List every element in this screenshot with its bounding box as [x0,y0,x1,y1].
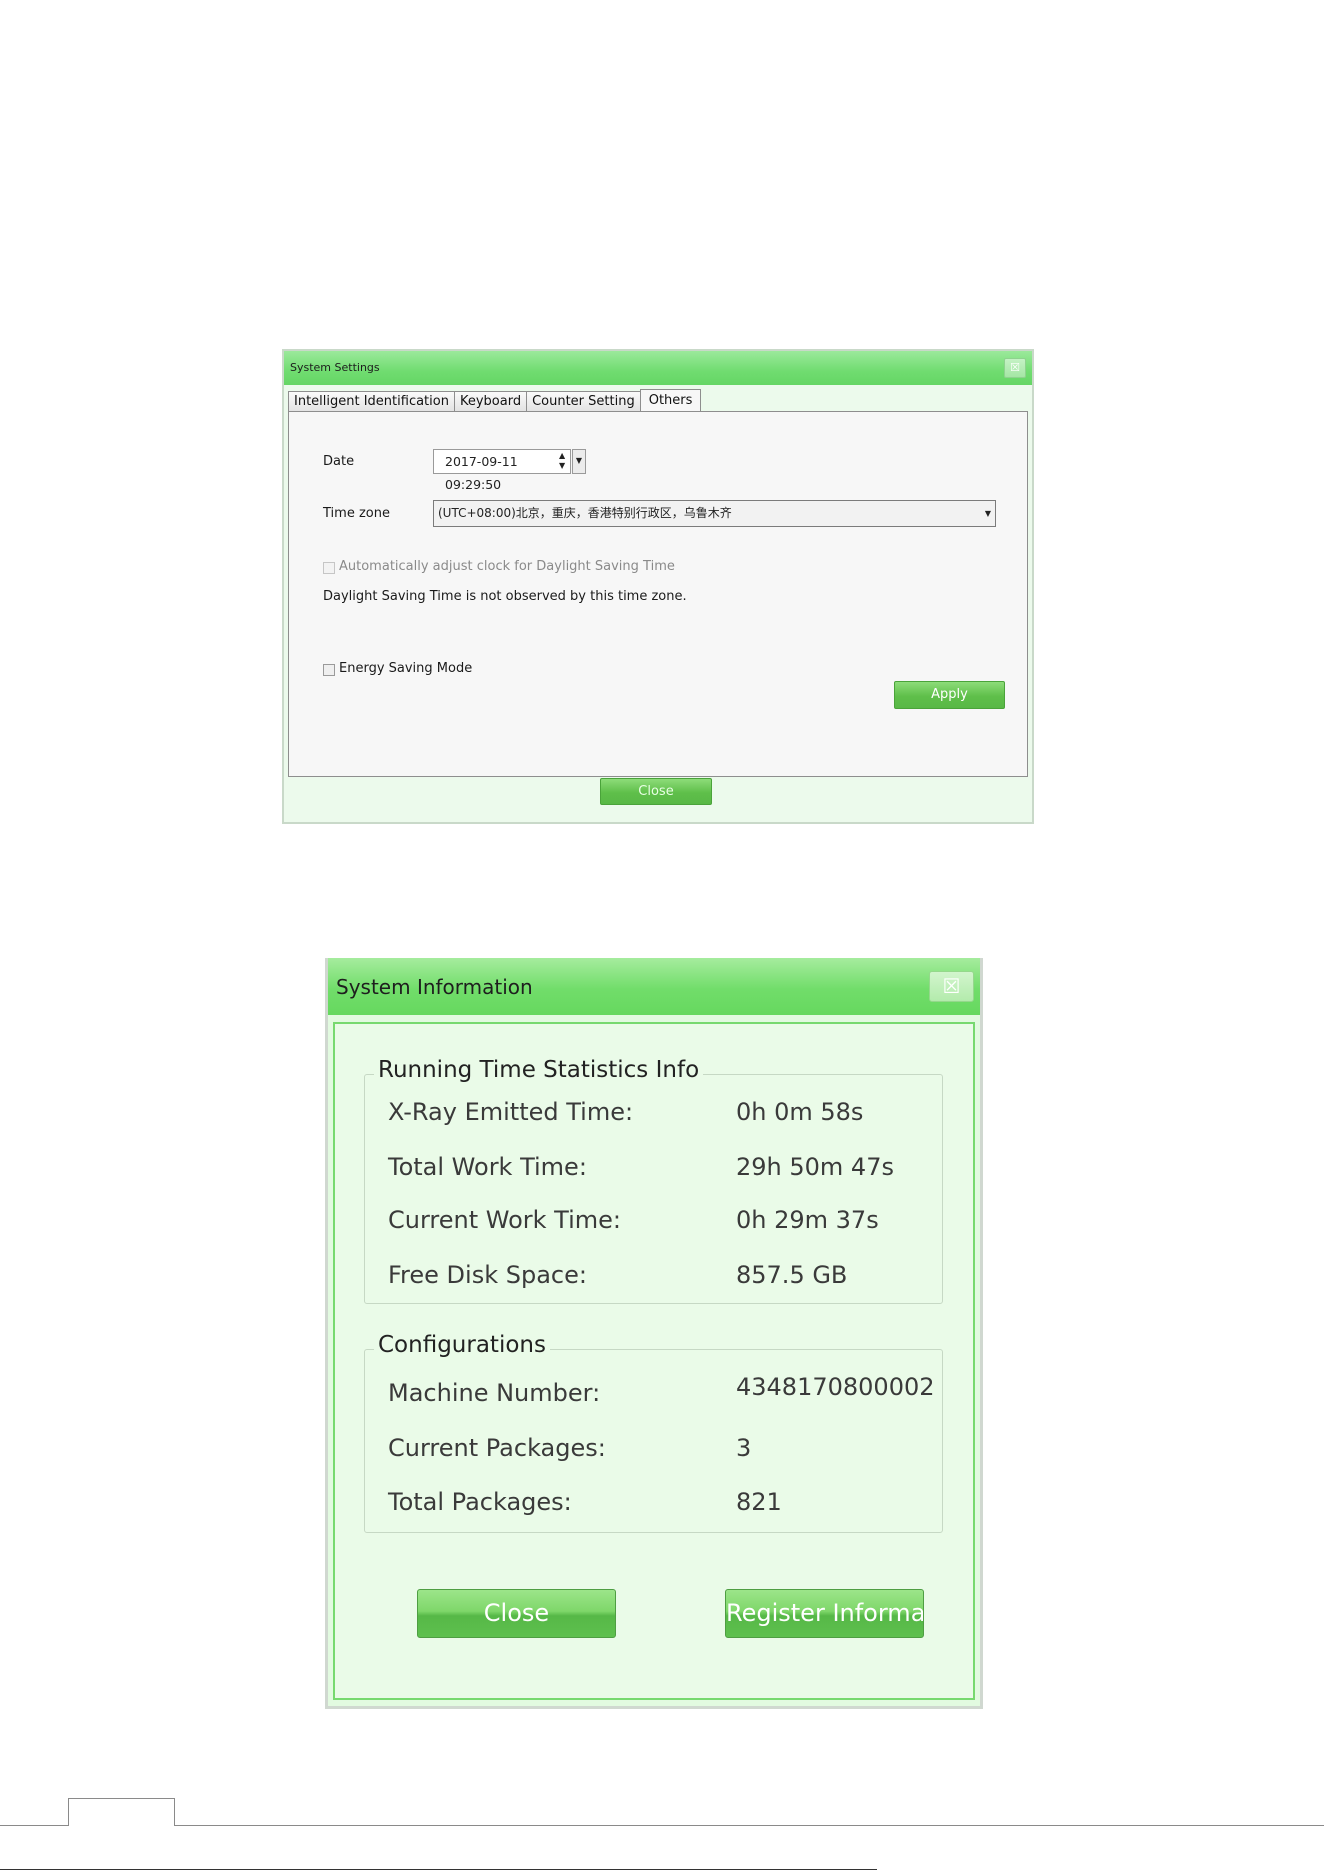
xray-time-label: X-Ray Emitted Time: [388,1098,634,1126]
dst-checkbox[interactable] [323,562,335,574]
machine-number-label: Machine Number: [388,1379,601,1407]
footer-rule [0,1825,1324,1826]
date-label: Date [323,454,355,469]
timezone-select[interactable]: (UTC+08:00)北京，重庆，香港特别行政区，乌鲁木齐 ▼ [433,500,996,527]
current-packages-label: Current Packages: [388,1434,606,1462]
tab-keyboard[interactable]: Keyboard [453,391,527,413]
current-work-time-value: 0h 29m 37s [736,1206,879,1234]
total-packages-label: Total Packages: [388,1488,572,1516]
dst-checkbox-label: Automatically adjust clock for Daylight … [339,559,675,574]
energy-saving-label: Energy Saving Mode [339,661,473,676]
register-information-button[interactable]: Register Informat [725,1589,924,1638]
current-packages-value: 3 [736,1434,752,1462]
apply-button[interactable]: Apply [894,681,1005,709]
xray-time-value: 0h 0m 58s [736,1098,864,1126]
date-dropdown-icon[interactable]: ▼ [572,449,586,474]
total-work-time-value: 29h 50m 47s [736,1153,894,1181]
machine-number-value: 4348170800002 [736,1373,935,1401]
others-panel: Date 2017-09-11 09:29:50 ▲ ▼ ▼ Time zone … [288,411,1028,777]
current-work-time-label: Current Work Time: [388,1206,621,1234]
timezone-label: Time zone [323,506,390,521]
tab-counter-setting[interactable]: Counter Setting [526,391,640,413]
system-information-dialog: System Information ☒ Running Time Statis… [325,958,983,1709]
total-packages-value: 821 [736,1488,782,1516]
total-work-time-label: Total Work Time: [388,1153,587,1181]
timezone-value: (UTC+08:00)北京，重庆，香港特别行政区，乌鲁木齐 [438,506,732,520]
info-body: Running Time Statistics Info X-Ray Emitt… [333,1022,975,1700]
dst-note: Daylight Saving Time is not observed by … [323,589,687,604]
running-time-group: Running Time Statistics Info X-Ray Emitt… [364,1057,943,1304]
settings-close-button[interactable]: Close [600,778,712,805]
tab-intelligent-identification[interactable]: Intelligent Identification [288,391,454,413]
settings-tabs: Intelligent Identification Keyboard Coun… [288,389,702,413]
info-titlebar[interactable]: System Information ☒ [328,958,980,1015]
info-close-icon[interactable]: ☒ [929,971,974,1002]
energy-saving-checkbox[interactable] [323,664,335,676]
footer-bottom-rule [0,1869,877,1870]
info-title: System Information [336,975,533,999]
date-value: 2017-09-11 09:29:50 [445,454,518,492]
system-settings-dialog: System Settings ☒ Intelligent Identifica… [282,349,1034,824]
running-time-group-title: Running Time Statistics Info [374,1057,704,1083]
free-disk-space-label: Free Disk Space: [388,1261,587,1289]
free-disk-space-value: 857.5 GB [736,1261,848,1289]
configurations-group: Configurations Machine Number: 434817080… [364,1332,943,1533]
settings-title: System Settings [290,361,380,374]
chevron-down-icon: ▼ [984,509,991,518]
info-close-button[interactable]: Close [417,1589,616,1638]
settings-close-icon[interactable]: ☒ [1004,358,1026,378]
tab-others[interactable]: Others [639,389,702,413]
date-spinner-icon[interactable]: ▲ ▼ [559,451,567,471]
configurations-group-title: Configurations [374,1332,550,1358]
footer-page-tab [68,1798,175,1826]
settings-titlebar[interactable]: System Settings ☒ [284,351,1032,385]
date-time-picker[interactable]: 2017-09-11 09:29:50 ▲ ▼ [433,449,571,492]
